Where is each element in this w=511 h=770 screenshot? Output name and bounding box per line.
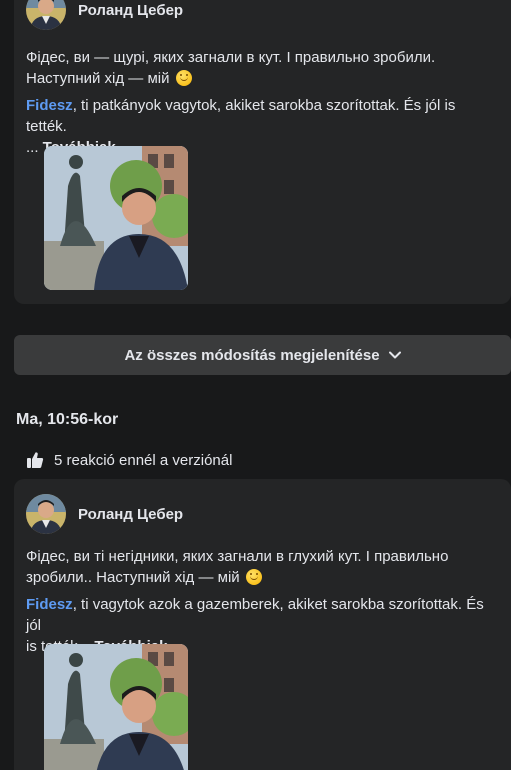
translation-text: ... xyxy=(26,139,43,156)
show-all-edits-button[interactable]: Az összes módosítás megjelenítése xyxy=(14,335,511,375)
post-text-original: Фідес, ви — щурі, яких загнали в кут. І … xyxy=(26,47,497,89)
avatar[interactable] xyxy=(26,0,66,30)
avatar-photo xyxy=(26,494,66,534)
edit-history-page: Роланд Цебер Фідес, ви — щурі, яких загн… xyxy=(0,0,511,770)
avatar[interactable] xyxy=(26,494,66,534)
translation-text: , ti vagytok azok a gazemberek, akiket s… xyxy=(26,596,484,634)
translation-text: , ti patkányok vagytok, akiket sarokba s… xyxy=(26,97,456,135)
thumbs-up-icon xyxy=(26,451,44,469)
post-version-card: Роланд Цебер Фідес, ви — щурі, яких загн… xyxy=(14,0,511,304)
hashtag-link[interactable]: Fidesz xyxy=(26,596,73,613)
show-all-edits-label: Az összes módosítás megjelenítése xyxy=(124,346,380,364)
author-name[interactable]: Роланд Цебер xyxy=(78,506,183,523)
hashtag-link[interactable]: Fidesz xyxy=(26,97,73,114)
author-name[interactable]: Роланд Цебер xyxy=(78,2,183,19)
post-photo[interactable] xyxy=(44,644,188,770)
chevron-down-icon xyxy=(388,351,401,359)
post-text-line: зробили.. Наступний хід — мій xyxy=(26,569,240,586)
post-text-line: Фідес, ви ті негідники, яких загнали в г… xyxy=(26,548,449,565)
version-reactions[interactable]: 5 reakció ennél a verziónál xyxy=(26,451,232,469)
post-header: Роланд Цебер xyxy=(26,494,183,534)
post-text-line: Фідес, ви — щурі, яких загнали в кут. І … xyxy=(26,49,436,66)
winking-smile-icon xyxy=(175,70,192,86)
post-photo-image xyxy=(44,146,188,290)
post-header: Роланд Цебер xyxy=(26,0,183,30)
version-timestamp: Ma, 10:56-kor xyxy=(16,411,119,428)
post-photo[interactable] xyxy=(44,146,188,290)
reactions-count-label: 5 reakció ennél a verziónál xyxy=(54,451,233,469)
avatar-photo xyxy=(26,0,66,30)
post-text-line: Наступний хід — мій xyxy=(26,70,170,87)
post-version-card: Роланд Цебер Фідес, ви ті негідники, яки… xyxy=(14,479,511,770)
post-photo-image xyxy=(44,644,188,770)
winking-smile-icon xyxy=(245,569,262,585)
post-text-original: Фідес, ви ті негідники, яких загнали в г… xyxy=(26,546,497,588)
